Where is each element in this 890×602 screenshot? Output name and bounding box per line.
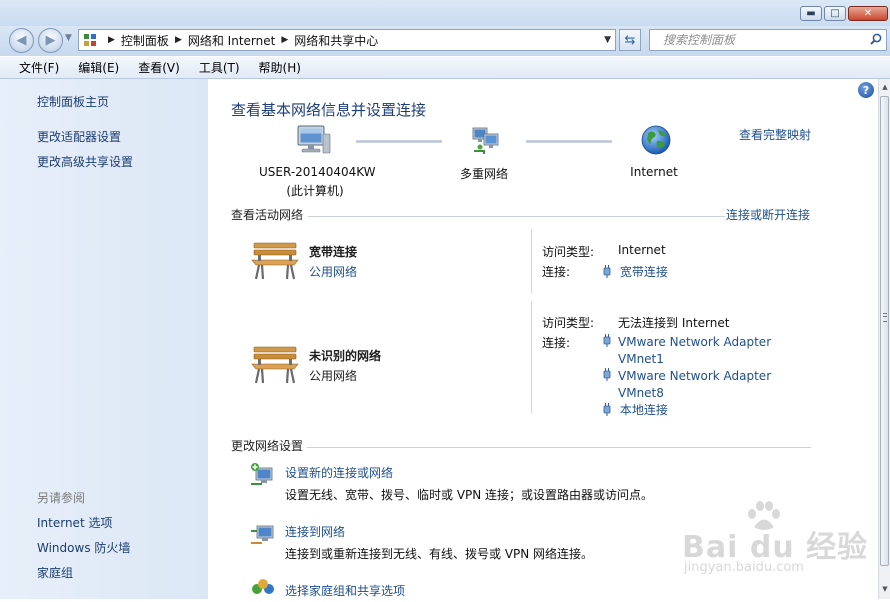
connection-link-broadband[interactable]: 宽带连接 <box>602 263 668 281</box>
internet-globe-icon[interactable] <box>640 124 672 159</box>
menu-help[interactable]: 帮助(H) <box>240 59 301 76</box>
connection-plug-icon <box>602 334 612 350</box>
close-button[interactable]: ✕ <box>848 6 888 21</box>
network-column-divider <box>531 229 532 293</box>
multiple-networks-label: 多重网络 <box>459 167 508 181</box>
sidebar-internet-options[interactable]: Internet 选项 <box>37 514 112 531</box>
map-connector-line <box>356 140 442 143</box>
setup-new-connection-link[interactable]: 设置新的连接或网络 <box>285 464 393 481</box>
setup-new-connection-desc: 设置无线、宽带、拨号、临时或 VPN 连接；或设置路由器或访问点。 <box>285 488 654 502</box>
network-column-divider <box>531 301 532 413</box>
network-category-public-link[interactable]: 公用网络 <box>309 263 357 280</box>
connection-link-local[interactable]: 本地连接 <box>602 401 668 419</box>
breadcrumb-network-sharing-center[interactable]: 网络和共享中心 <box>294 32 378 49</box>
sidebar-control-panel-home[interactable]: 控制面板主页 <box>37 93 109 110</box>
connections-label: 连接: <box>542 265 571 279</box>
public-network-bench-icon <box>250 241 300 284</box>
access-type-value: Internet <box>618 243 666 257</box>
window-controls: ▬ □ ✕ <box>800 6 888 21</box>
menu-tools[interactable]: 工具(T) <box>180 59 240 76</box>
menu-edit[interactable]: 编辑(E) <box>59 59 119 76</box>
breadcrumb-arrow-icon[interactable]: ▶ <box>281 35 288 45</box>
sidebar-change-adapter-settings[interactable]: 更改适配器设置 <box>37 128 121 145</box>
multiple-networks-icon[interactable] <box>470 125 502 160</box>
new-connection-icon <box>250 462 276 491</box>
help-icon[interactable]: ? <box>858 82 874 98</box>
connection-name-vmnet1[interactable]: VMware Network Adapter VMnet1 <box>618 334 788 368</box>
back-button[interactable]: ◀ <box>9 28 34 53</box>
forward-arrow-icon: ▶ <box>45 33 56 48</box>
this-computer-label: (此计算机) <box>286 184 344 198</box>
scroll-up-icon[interactable]: ▲ <box>880 80 890 94</box>
connection-plug-icon <box>602 403 612 419</box>
connection-link-vmnet8[interactable] <box>602 368 612 384</box>
network-name-unidentified: 未识别的网络 <box>309 349 382 363</box>
navigation-pane: 控制面板主页 更改适配器设置 更改高级共享设置 另请参阅 Internet 选项… <box>0 79 208 599</box>
address-dropdown-icon[interactable]: ▼ <box>604 35 611 45</box>
connection-name[interactable]: 宽带连接 <box>620 265 668 279</box>
refresh-button[interactable]: ⇆ <box>619 29 641 51</box>
scroll-down-icon[interactable]: ▼ <box>880 582 890 596</box>
see-also-heading: 另请参阅 <box>37 491 86 505</box>
section-divider <box>308 216 725 217</box>
title-bar: ▬ □ ✕ <box>0 0 890 26</box>
control-panel-icon <box>84 34 96 46</box>
sidebar-homegroup[interactable]: 家庭组 <box>37 564 73 581</box>
connect-disconnect-link[interactable]: 连接或断开连接 <box>726 206 810 223</box>
map-connector-line <box>526 140 612 143</box>
connection-name-vmnet8[interactable]: VMware Network Adapter VMnet8 <box>618 368 788 402</box>
baidu-watermark: Bai du 经验 jingyan.baidu.com <box>682 500 882 580</box>
scrollbar-thumb[interactable] <box>880 96 889 566</box>
connection-plug-icon <box>602 368 612 384</box>
computer-icon[interactable] <box>295 124 331 159</box>
homegroup-sharing-link[interactable]: 选择家庭组和共享选项 <box>285 582 405 599</box>
back-arrow-icon: ◀ <box>16 33 27 48</box>
sidebar-windows-firewall[interactable]: Windows 防火墙 <box>37 539 130 556</box>
connect-to-network-icon <box>250 521 276 550</box>
access-type-value: 无法连接到 Internet <box>618 316 730 330</box>
scroll-grip-icon <box>883 313 887 322</box>
breadcrumb-arrow-icon[interactable]: ▶ <box>108 35 115 45</box>
connect-to-network-link[interactable]: 连接到网络 <box>285 523 345 540</box>
search-box[interactable] <box>649 29 887 51</box>
breadcrumb-control-panel[interactable]: 控制面板 <box>121 32 169 49</box>
section-divider <box>307 447 811 448</box>
connection-link-vmnet1[interactable] <box>602 334 612 350</box>
recent-pages-dropdown[interactable]: ▼ <box>65 33 72 43</box>
search-input[interactable] <box>663 33 863 47</box>
connection-name[interactable]: 本地连接 <box>620 403 668 417</box>
network-name-broadband: 宽带连接 <box>309 245 358 259</box>
breadcrumb-arrow-icon[interactable]: ▶ <box>175 35 182 45</box>
maximize-button[interactable]: □ <box>824 6 846 21</box>
menu-file[interactable]: 文件(F) <box>0 59 59 76</box>
search-icon[interactable] <box>870 33 882 48</box>
public-network-bench-icon <box>250 345 300 388</box>
internet-label: Internet <box>630 165 678 179</box>
network-category-public: 公用网络 <box>309 369 358 383</box>
access-type-label: 访问类型: <box>542 245 595 259</box>
change-settings-heading: 更改网络设置 <box>231 439 304 453</box>
refresh-icon: ⇆ <box>624 32 636 48</box>
page-title: 查看基本网络信息并设置连接 <box>231 101 427 119</box>
see-full-map-link[interactable]: 查看完整映射 <box>739 126 811 143</box>
forward-button[interactable]: ▶ <box>38 28 63 53</box>
access-type-label: 访问类型: <box>542 316 595 330</box>
breadcrumb-network-internet[interactable]: 网络和 Internet <box>188 32 275 49</box>
connection-plug-icon <box>602 265 612 281</box>
minimize-button[interactable]: ▬ <box>800 6 822 21</box>
connections-label: 连接: <box>542 336 571 350</box>
active-networks-heading: 查看活动网络 <box>231 208 304 222</box>
computer-name-label: USER-20140404KW <box>259 165 376 179</box>
menu-bar: 文件(F) 编辑(E) 查看(V) 工具(T) 帮助(H) <box>0 57 890 79</box>
address-bar[interactable]: ▶ 控制面板 ▶ 网络和 Internet ▶ 网络和共享中心 ▼ <box>78 29 616 51</box>
connect-to-network-desc: 连接到或重新连接到无线、有线、拨号或 VPN 网络连接。 <box>285 547 594 561</box>
watermark-url: jingyan.baidu.com <box>684 560 804 575</box>
menu-view[interactable]: 查看(V) <box>119 59 180 76</box>
sidebar-change-advanced-sharing[interactable]: 更改高级共享设置 <box>37 153 133 170</box>
navigation-bar: ◀ ▶ ▼ ▶ 控制面板 ▶ 网络和 Internet ▶ 网络和共享中心 ▼ … <box>0 26 890 56</box>
